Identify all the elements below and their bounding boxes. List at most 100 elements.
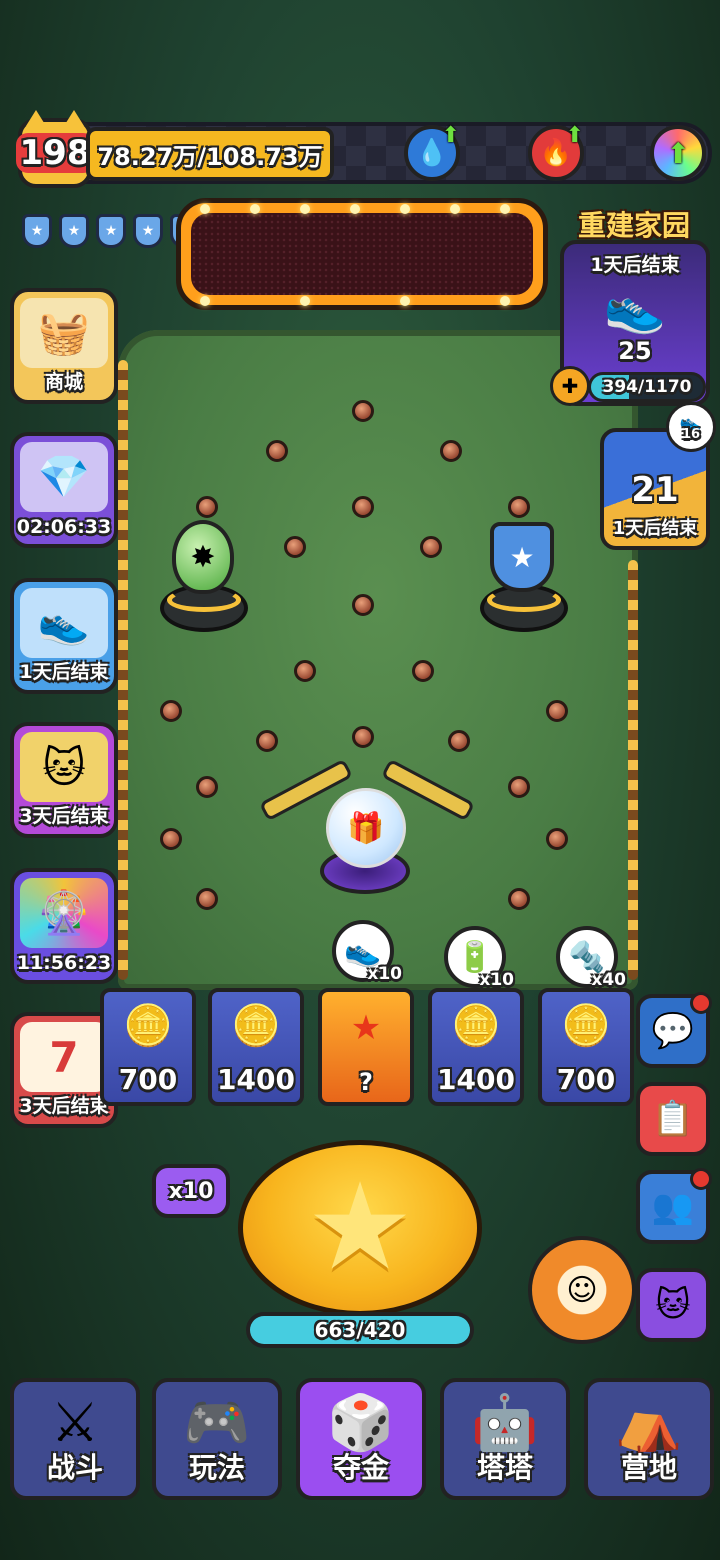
gift-ball-icon: 🎁 bbox=[326, 788, 406, 868]
nav-gold-rush[interactable]: 🎲 夺金 bbox=[296, 1378, 426, 1500]
peg bbox=[546, 700, 568, 722]
gem-chest-icon: 💎 bbox=[20, 442, 108, 512]
light-bulb bbox=[500, 296, 510, 306]
shield-icon: ★ bbox=[96, 214, 126, 248]
upgrade-arrow-icon: ⬆ bbox=[565, 123, 584, 148]
nav-modes[interactable]: 🎮 玩法 bbox=[152, 1378, 282, 1500]
peg bbox=[352, 594, 374, 616]
nav-battle[interactable]: ⚔ 战斗 bbox=[10, 1378, 140, 1500]
robot-cat-icon: 🤖 bbox=[471, 1391, 539, 1454]
reward-multiplier: x10 bbox=[479, 970, 514, 990]
peg bbox=[420, 536, 442, 558]
event-status: 1天后结束 bbox=[590, 254, 680, 276]
sneaker-icon: 👟 bbox=[603, 278, 667, 336]
prize-slot: 🪙 700 bbox=[538, 988, 634, 1106]
event-title: 重建家园 bbox=[577, 209, 690, 242]
sneaker-event-timer: 1天后结束 bbox=[19, 661, 109, 683]
peg bbox=[196, 496, 218, 518]
battery-reward-bubble: 🔋 x10 bbox=[444, 926, 514, 990]
event2-status: 1天后结束 bbox=[612, 518, 698, 539]
fire-upgrade-icon[interactable]: 🔥 ⬆ bbox=[528, 123, 584, 181]
sunflower-mascot: ☺ bbox=[528, 1236, 636, 1344]
tent-icon: ⛺ bbox=[615, 1391, 683, 1454]
launch-button[interactable]: ★ bbox=[238, 1140, 482, 1316]
prize-slot: 🪙 1400 bbox=[208, 988, 304, 1106]
friends-icon: 👥 bbox=[651, 1187, 695, 1227]
sneaker-event-button[interactable]: 👟 1天后结束 bbox=[10, 578, 118, 694]
prize-slot: 🪙 700 bbox=[100, 988, 196, 1106]
calendar-timer: 3天后结束 bbox=[19, 1095, 109, 1117]
tasks-button[interactable]: 📋 bbox=[636, 1082, 710, 1156]
clipboard-check-icon: 📋 bbox=[651, 1099, 695, 1139]
coin-counter: 78.27万/108.73万 bbox=[86, 127, 334, 181]
chat-icon: 💬 bbox=[651, 1011, 695, 1051]
gamepad-icon: 🎮 bbox=[183, 1391, 251, 1454]
shop-button[interactable]: 🧺 商城 bbox=[10, 288, 118, 404]
peg bbox=[508, 888, 530, 910]
light-bulb bbox=[400, 296, 410, 306]
sneaker-icon: 👟 bbox=[20, 588, 108, 658]
light-bulb bbox=[300, 296, 310, 306]
cat-badge-button[interactable]: 🐱 bbox=[636, 1268, 710, 1342]
light-bulb bbox=[250, 204, 260, 214]
reward-multiplier: x40 bbox=[591, 970, 626, 990]
peg bbox=[256, 730, 278, 752]
peg bbox=[546, 828, 568, 850]
light-bulb bbox=[350, 204, 360, 214]
coin-pile-icon: 🪙 bbox=[451, 1003, 501, 1049]
slot-value: 700 bbox=[556, 1063, 616, 1096]
slot-value: 1400 bbox=[217, 1063, 295, 1096]
blue-shield-icon: ★ bbox=[490, 522, 554, 592]
upgrade-arrow-icon: ⬆ bbox=[441, 123, 460, 148]
event2-number: 21 bbox=[631, 470, 679, 510]
green-egg-icon: ✸ bbox=[172, 520, 234, 594]
slot-value: 700 bbox=[118, 1063, 178, 1096]
coin-pile-icon: 🪙 bbox=[561, 1003, 611, 1049]
level-badge[interactable]: 198 bbox=[15, 110, 95, 188]
event-item-count: 25 bbox=[618, 337, 652, 365]
calendar-icon: 7 bbox=[20, 1022, 108, 1092]
gold-cat-icon: 🐱 bbox=[20, 732, 108, 802]
peg bbox=[196, 888, 218, 910]
mystery-star-icon: ★ bbox=[350, 1008, 382, 1048]
peg bbox=[508, 496, 530, 518]
wheel-icon: 🎡 bbox=[20, 878, 108, 948]
chat-button[interactable]: 💬 bbox=[636, 992, 712, 1068]
light-bulb bbox=[450, 204, 460, 214]
peg bbox=[160, 828, 182, 850]
friends-button[interactable]: 👥 bbox=[636, 1168, 712, 1244]
crossed-swords-icon: ⚔ bbox=[50, 1391, 100, 1454]
shield-icon: ★ bbox=[59, 214, 89, 248]
nav-camp[interactable]: ⛺ 营地 bbox=[584, 1378, 714, 1500]
reward-multiplier: x10 bbox=[367, 964, 402, 984]
gold-cat-button[interactable]: 🐱 3天后结束 bbox=[10, 722, 118, 838]
coin-pile-icon: 🪙 bbox=[231, 1003, 281, 1049]
mystery-slot: ★ ? bbox=[318, 988, 414, 1106]
calendar-day: 7 bbox=[49, 1032, 79, 1082]
peg bbox=[196, 776, 218, 798]
peg bbox=[508, 776, 530, 798]
wheel-button[interactable]: 🎡 11:56:23 bbox=[10, 868, 118, 984]
light-bulb bbox=[300, 204, 310, 214]
gem-chest-button[interactable]: 💎 02:06:33 bbox=[10, 432, 118, 548]
light-bulb bbox=[500, 204, 510, 214]
rainbow-upgrade-icon[interactable]: ⬆ bbox=[650, 125, 706, 181]
slot-value: ? bbox=[359, 1068, 373, 1096]
screw-reward-bubble: 🔩 x40 bbox=[556, 926, 626, 990]
gold-cat-timer: 3天后结束 bbox=[19, 805, 109, 827]
slot-value: 1400 bbox=[437, 1063, 515, 1096]
prize-slot: 🪙 1400 bbox=[428, 988, 524, 1106]
peg bbox=[412, 660, 434, 682]
peg bbox=[352, 726, 374, 748]
nav-tata[interactable]: 🤖 塔塔 bbox=[440, 1378, 570, 1500]
notification-dot bbox=[690, 992, 712, 1014]
event2-badge: 👟 16 bbox=[666, 402, 716, 452]
screw-icon: ✚ bbox=[550, 366, 590, 406]
notification-dot bbox=[690, 1168, 712, 1190]
peg bbox=[160, 700, 182, 722]
cat-badge-icon: 🐱 bbox=[655, 1285, 691, 1325]
dice-faces-icon: 🎲 bbox=[327, 1391, 395, 1454]
multiplier-button[interactable]: x10 bbox=[152, 1164, 230, 1218]
peg bbox=[352, 400, 374, 422]
water-drop-upgrade-icon[interactable]: 💧 ⬆ bbox=[404, 123, 460, 181]
